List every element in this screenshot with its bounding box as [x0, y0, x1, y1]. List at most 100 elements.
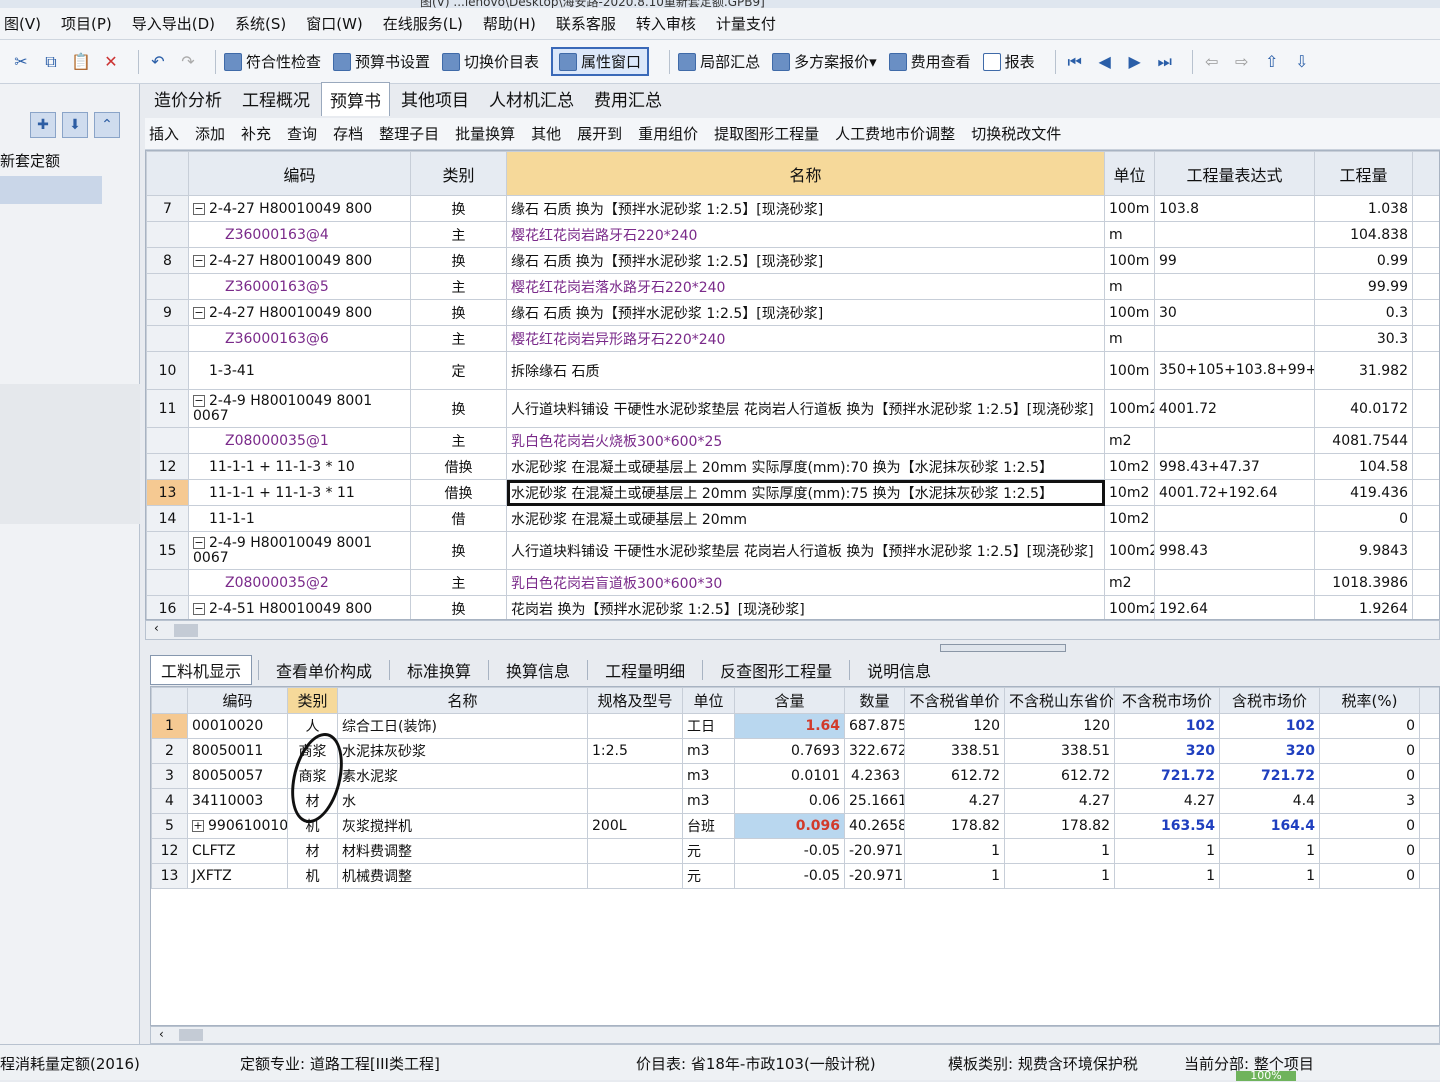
table-row[interactable]: 12CLFTZ材材料费调整元-0.05-20.97111110: [152, 839, 1440, 864]
row-qty[interactable]: 104.58: [1315, 454, 1413, 480]
row-expr[interactable]: 192.64: [1155, 596, 1315, 621]
table-row[interactable]: 13−11-1-1 + 11-1-3 * 11借换水泥砂浆 在混凝土或硬基层上 …: [147, 480, 1440, 506]
row-code[interactable]: −2-4-51 H80010049 800: [189, 596, 411, 621]
toolbar2-item-0[interactable]: 插入: [149, 123, 179, 144]
row-unit[interactable]: 100m: [1105, 300, 1155, 326]
tab-lower-4[interactable]: 工程量明细: [594, 655, 696, 685]
tab-main-0[interactable]: 造价分析: [145, 81, 231, 116]
menu-item-1[interactable]: 项目(P): [61, 13, 112, 34]
lcol-p4[interactable]: 含税市场价: [1220, 688, 1320, 714]
row-unit[interactable]: m3: [683, 739, 735, 764]
toolbar2-item-2[interactable]: 补充: [241, 123, 271, 144]
row-content[interactable]: -0.05: [735, 864, 845, 889]
row-expr[interactable]: 998.43: [1155, 532, 1315, 570]
row-unit[interactable]: 元: [683, 864, 735, 889]
row-code[interactable]: Z36000163@4: [189, 222, 411, 248]
table-row[interactable]: Z36000163@4主樱花红花岗岩路牙石220*240m104.838: [147, 222, 1440, 248]
row-content[interactable]: 0.0101: [735, 764, 845, 789]
tab-main-3[interactable]: 其他项目: [392, 81, 478, 116]
row-p2[interactable]: 4.27: [1005, 789, 1115, 814]
toolbar2-item-8[interactable]: 展开到: [577, 123, 622, 144]
row-qty[interactable]: 25.1661: [845, 789, 905, 814]
row-number[interactable]: [147, 326, 189, 352]
row-number[interactable]: 12: [152, 839, 188, 864]
toolbar2-item-5[interactable]: 整理子目: [379, 123, 439, 144]
toolbar2-item-10[interactable]: 提取图形工程量: [714, 123, 819, 144]
table-row[interactable]: 15−2-4-9 H80010049 8001 0067换人行道块料铺设 干硬性…: [147, 532, 1440, 570]
menu-item-5[interactable]: 在线服务(L): [383, 13, 463, 34]
row-tax[interactable]: 0: [1320, 864, 1420, 889]
row-code[interactable]: −11-1-1 + 11-1-3 * 10: [189, 454, 411, 480]
tab-main-1[interactable]: 工程概况: [233, 81, 319, 116]
next-icon[interactable]: ▶: [1124, 51, 1146, 73]
row-type[interactable]: 换: [411, 390, 507, 428]
lcol-p2[interactable]: 不含税山东省价: [1005, 688, 1115, 714]
lcol-unit[interactable]: 单位: [683, 688, 735, 714]
row-name[interactable]: 水泥砂浆 在混凝土或硬基层上 20mm 实际厚度(mm):70 换为【水泥抹灰砂…: [507, 454, 1105, 480]
fee-view-button[interactable]: 费用查看: [889, 51, 971, 72]
row-expr[interactable]: [1155, 570, 1315, 596]
arrow-left-icon[interactable]: ⇦: [1201, 51, 1223, 73]
row-unit[interactable]: 工日: [683, 714, 735, 739]
row-p2[interactable]: 612.72: [1005, 764, 1115, 789]
row-number[interactable]: [147, 222, 189, 248]
menu-item-4[interactable]: 窗口(W): [306, 13, 363, 34]
table-row[interactable]: Z36000163@6主樱花红花岗岩异形路牙石220*240m30.3: [147, 326, 1440, 352]
tab-lower-3[interactable]: 换算信息: [495, 655, 581, 685]
row-p1[interactable]: 1: [905, 864, 1005, 889]
tab-lower-2[interactable]: 标准换算: [396, 655, 482, 685]
col-type[interactable]: 类别: [411, 152, 507, 196]
add-icon[interactable]: ✚: [30, 112, 56, 138]
row-qty[interactable]: 322.672: [845, 739, 905, 764]
row-p4[interactable]: 1: [1220, 864, 1320, 889]
row-name[interactable]: 素水泥浆: [338, 764, 588, 789]
lcol-qty[interactable]: 数量: [845, 688, 905, 714]
down-icon[interactable]: ⬇: [62, 112, 88, 138]
last-icon[interactable]: ⏭: [1154, 51, 1176, 73]
tab-lower-1[interactable]: 查看单价构成: [265, 655, 383, 685]
row-p2[interactable]: 1: [1005, 839, 1115, 864]
row-content[interactable]: 0.06: [735, 789, 845, 814]
row-unit[interactable]: 100m2: [1105, 532, 1155, 570]
table-row[interactable]: Z36000163@5主樱花红花岗岩落水路牙石220*240m99.99: [147, 274, 1440, 300]
menu-item-7[interactable]: 联系客服: [556, 13, 616, 34]
row-p2[interactable]: 338.51: [1005, 739, 1115, 764]
row-spec[interactable]: [588, 789, 683, 814]
menu-item-9[interactable]: 计量支付: [716, 13, 776, 34]
table-row[interactable]: 8−2-4-27 H80010049 800换缘石 石质 换为【预拌水泥砂浆 1…: [147, 248, 1440, 274]
row-code[interactable]: CLFTZ: [188, 839, 288, 864]
row-number[interactable]: [147, 570, 189, 596]
row-unit[interactable]: m: [1105, 326, 1155, 352]
row-p4[interactable]: 4.4: [1220, 789, 1320, 814]
row-tax[interactable]: 0: [1320, 839, 1420, 864]
redo-icon[interactable]: ↷: [177, 51, 199, 73]
toolbar2-item-3[interactable]: 查询: [287, 123, 317, 144]
row-spec[interactable]: [588, 764, 683, 789]
row-expr[interactable]: 4001.72: [1155, 390, 1315, 428]
row-code[interactable]: +990610010: [188, 814, 288, 839]
row-code[interactable]: 00010020: [188, 714, 288, 739]
row-tax[interactable]: 0: [1320, 764, 1420, 789]
row-unit[interactable]: 台班: [683, 814, 735, 839]
row-type[interactable]: 换: [411, 300, 507, 326]
row-type[interactable]: 借换: [411, 454, 507, 480]
row-p3[interactable]: 1: [1115, 864, 1220, 889]
undo-icon[interactable]: ↶: [147, 51, 169, 73]
row-number[interactable]: 8: [147, 248, 189, 274]
row-qty[interactable]: 104.838: [1315, 222, 1413, 248]
row-code[interactable]: 80050011: [188, 739, 288, 764]
row-p3[interactable]: 320: [1115, 739, 1220, 764]
row-unit[interactable]: 元: [683, 839, 735, 864]
row-expr[interactable]: 350+105+103.8+99+30+2195.4+315: [1155, 352, 1315, 390]
toolbar2-item-12[interactable]: 切换税改文件: [971, 123, 1061, 144]
row-code[interactable]: −2-4-9 H80010049 8001 0067: [189, 390, 411, 428]
row-content[interactable]: 0.096: [735, 814, 845, 839]
row-qty[interactable]: 0: [1315, 506, 1413, 532]
row-name[interactable]: 拆除缘石 石质: [507, 352, 1105, 390]
cut-icon[interactable]: ✂: [10, 51, 32, 73]
row-code[interactable]: 34110003: [188, 789, 288, 814]
row-type[interactable]: 换: [411, 596, 507, 621]
row-p1[interactable]: 338.51: [905, 739, 1005, 764]
row-unit[interactable]: 10m2: [1105, 454, 1155, 480]
row-type[interactable]: 机: [288, 864, 338, 889]
